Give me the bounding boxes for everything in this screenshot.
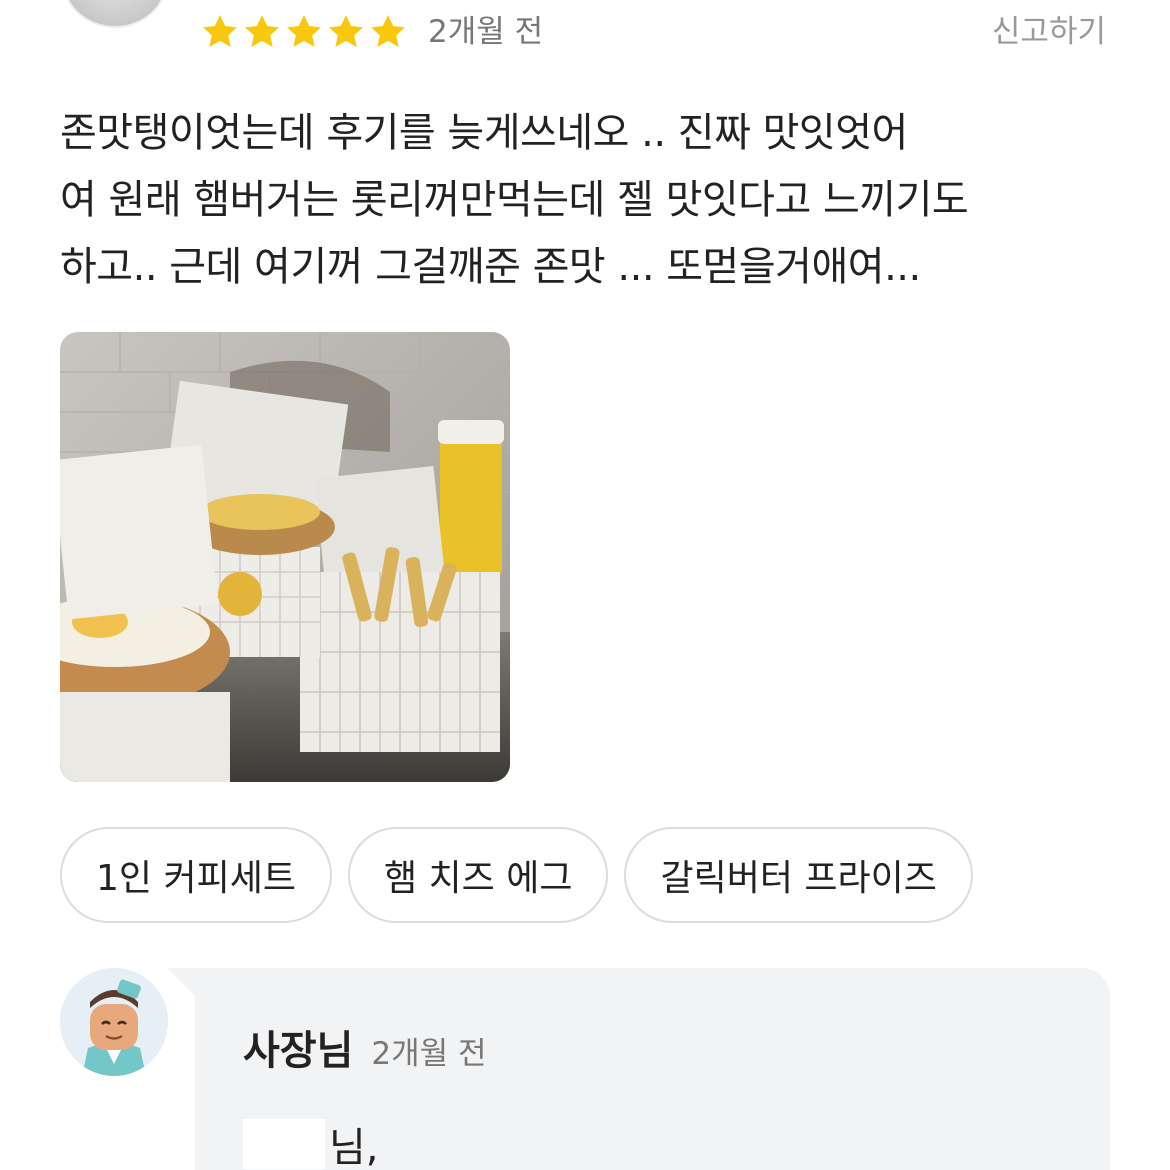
reply-header: 사장님 2개월 전: [243, 1018, 487, 1076]
redacted-name: [243, 1119, 325, 1169]
review-text-line: 하고.. 근데 여기꺼 그걸깨준 존맛 ... 또먿을거애여...: [60, 244, 921, 290]
menu-tag-chip[interactable]: 갈릭버터 프라이즈: [624, 827, 973, 923]
report-link[interactable]: 신고하기: [992, 10, 1106, 54]
review-text-line: 존맛탱이엇는데 후기를 늦게쓰네오 .. 진짜 맛잇엇어: [60, 110, 908, 156]
star-rating: [200, 12, 408, 52]
review-photo[interactable]: [60, 332, 510, 782]
review-text-line: 여 원래 햄버거는 롯리꺼만먹는데 젤 맛잇다고 느끼기도: [60, 177, 969, 223]
star-icon: [326, 12, 366, 52]
rating-row: 2개월 전: [200, 10, 543, 54]
star-icon: [368, 12, 408, 52]
review-date: 2개월 전: [428, 14, 544, 50]
reply-bubble-tail: [167, 968, 197, 998]
burger-photo-image: [60, 332, 510, 782]
owner-avatar: [60, 968, 168, 1076]
star-icon: [242, 12, 282, 52]
owner-character-icon: [60, 968, 168, 1076]
owner-name: 사장님: [243, 1028, 354, 1074]
star-icon: [200, 12, 240, 52]
menu-tag-chip[interactable]: 1인 커피세트: [60, 827, 332, 923]
menu-tag-chip[interactable]: 햄 치즈 에그: [347, 827, 609, 923]
reviewer-avatar[interactable]: [62, 0, 168, 28]
reply-body: 님,: [243, 1115, 379, 1170]
reply-greeting: 님,: [329, 1125, 379, 1170]
reply-date: 2개월 전: [371, 1036, 487, 1072]
menu-tags: 1인 커피세트 햄 치즈 에그 갈릭버터 프라이즈: [60, 827, 973, 923]
review-text: 존맛탱이엇는데 후기를 늦게쓰네오 .. 진짜 맛잇엇어 여 원래 햄버거는 롯…: [60, 100, 1120, 301]
star-icon: [284, 12, 324, 52]
